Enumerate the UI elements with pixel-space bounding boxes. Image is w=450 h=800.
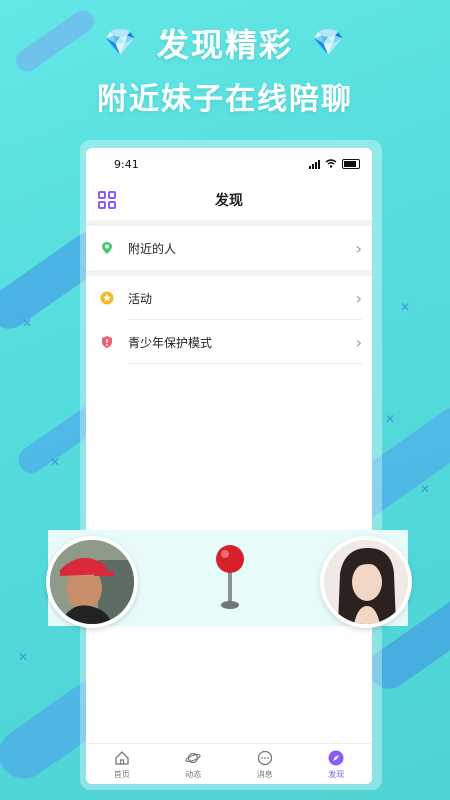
avatar-female[interactable] <box>320 536 412 628</box>
headline-subtitle: 附近妹子在线陪聊 <box>97 82 353 117</box>
star-badge-icon <box>100 291 114 305</box>
headline-title: 发现精彩 <box>156 26 293 64</box>
sparkle-icon: ✕ <box>18 650 29 664</box>
status-time: 9:41 <box>114 157 139 171</box>
grid-menu-icon[interactable] <box>98 191 116 209</box>
status-bar: 9:41 <box>86 148 372 180</box>
tab-discover[interactable]: 发现 <box>301 744 373 784</box>
tab-moments[interactable]: 动态 <box>158 744 230 784</box>
tab-label: 首页 <box>113 769 130 779</box>
menu-item-label: 附近的人 <box>128 241 177 256</box>
chevron-right-icon: › <box>355 332 362 352</box>
sparkle-icon: ✕ <box>50 455 61 469</box>
wifi-icon <box>325 158 337 171</box>
phone-screen: 9:41 发现 附近的人 › 活动 › 青少年保护模式 › 首页 动态 消息 发… <box>86 148 372 784</box>
nav-bar: 发现 <box>86 180 372 220</box>
compass-icon <box>327 749 345 767</box>
chevron-right-icon: › <box>355 288 362 308</box>
menu-item-activity[interactable]: 活动 › <box>86 276 372 320</box>
map-pin-icon <box>212 543 248 617</box>
planet-icon <box>184 749 202 767</box>
menu-item-label: 青少年保护模式 <box>128 335 213 350</box>
shield-icon <box>100 335 114 349</box>
signal-icon <box>309 159 320 169</box>
location-pin-icon <box>100 241 114 255</box>
avatar-male[interactable] <box>46 536 138 628</box>
tab-label: 发现 <box>328 769 345 779</box>
menu-item-nearby[interactable]: 附近的人 › <box>86 226 372 270</box>
tab-label: 消息 <box>256 769 273 779</box>
tab-label: 动态 <box>185 769 202 779</box>
home-icon <box>113 749 131 767</box>
menu-item-youth-mode[interactable]: 青少年保护模式 › <box>86 320 372 364</box>
tab-home[interactable]: 首页 <box>86 744 158 784</box>
tab-bar: 首页 动态 消息 发现 <box>86 743 372 784</box>
tab-messages[interactable]: 消息 <box>229 744 301 784</box>
chat-icon <box>256 749 274 767</box>
chevron-right-icon: › <box>355 238 362 258</box>
battery-icon <box>342 159 360 169</box>
sparkle-icon: ✕ <box>400 300 411 314</box>
sparkle-icon: ✕ <box>420 482 431 496</box>
sparkle-icon: ✕ <box>385 412 396 426</box>
sparkle-icon: ✕ <box>22 316 33 330</box>
menu-item-label: 活动 <box>128 291 153 306</box>
page-title: 发现 <box>215 193 243 209</box>
